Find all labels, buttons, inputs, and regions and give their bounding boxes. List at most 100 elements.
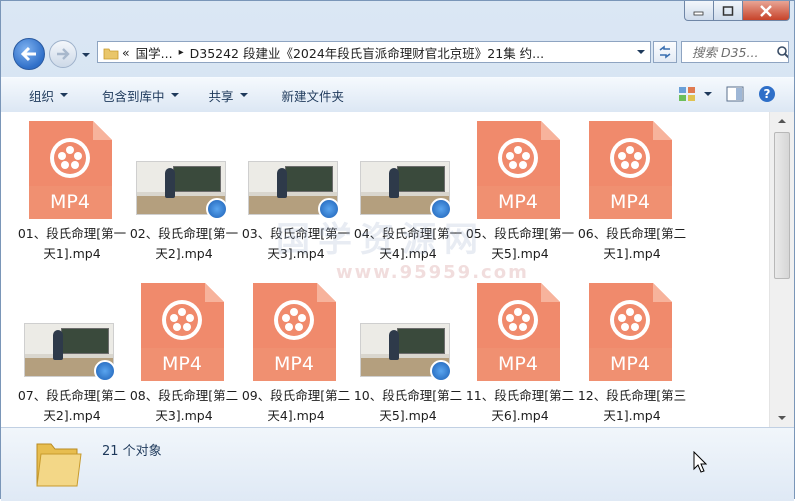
file-item[interactable]: 10、段氏命理[第二天5].mp4 [353, 282, 463, 427]
include-library-label: 包含到库中 [102, 88, 165, 104]
share-button[interactable]: 共享 [191, 78, 260, 112]
minimize-icon [693, 11, 704, 15]
file-name: 11、段氏命理[第二天6].mp4 [465, 388, 575, 423]
chevron-down-icon [60, 93, 69, 97]
file-item[interactable]: MP4 08、段氏命理[第二天3].mp4 [129, 282, 239, 427]
media-player-badge-icon [206, 198, 228, 220]
scroll-down-button[interactable] [775, 411, 789, 425]
share-label: 共享 [208, 88, 234, 104]
file-thumbnail [353, 282, 463, 384]
preview-pane-icon[interactable] [726, 86, 744, 102]
file-name: 07、段氏命理[第二天2].mp4 [17, 388, 127, 423]
new-folder-label: 新建文件夹 [281, 88, 345, 104]
file-name: 08、段氏命理[第二天3].mp4 [129, 388, 239, 423]
file-item[interactable]: MP4 01、段氏命理[第一天1].mp4 [17, 120, 127, 282]
file-thumbnail: MP4 [129, 282, 239, 384]
chevron-down-icon [778, 416, 786, 420]
file-item[interactable]: 03、段氏命理[第一天3].mp4 [241, 120, 351, 282]
maximize-icon [722, 5, 734, 16]
mouse-cursor-icon [693, 451, 707, 473]
vertical-scrollbar[interactable] [769, 112, 794, 427]
arrow-left-icon [20, 46, 36, 62]
file-item[interactable]: MP4 06、段氏命理[第二天1].mp4 [577, 120, 687, 282]
file-item[interactable]: 02、段氏命理[第一天2].mp4 [129, 120, 239, 282]
refresh-button[interactable] [653, 41, 677, 63]
file-name: 05、段氏命理[第一天5].mp4 [465, 226, 575, 261]
back-button[interactable] [13, 38, 45, 70]
file-item[interactable]: 04、段氏命理[第一天4].mp4 [353, 120, 463, 282]
item-count: 21 个对象 [102, 444, 162, 459]
file-name: 06、段氏命理[第二天1].mp4 [577, 226, 687, 261]
file-thumbnail: MP4 [465, 282, 575, 384]
refresh-icon [659, 45, 671, 59]
svg-text:?: ? [764, 87, 771, 101]
file-thumbnail [353, 120, 463, 222]
minimize-button[interactable] [684, 1, 714, 21]
breadcrumb-item[interactable]: D35242 段建业《2024年段氏盲派命理财官北京班》21集 约... [190, 43, 544, 62]
chevron-down-icon [704, 92, 712, 96]
close-icon [760, 4, 772, 17]
file-name: 12、段氏命理[第三天1].mp4 [577, 388, 687, 423]
file-item[interactable]: MP4 05、段氏命理[第一天5].mp4 [465, 120, 575, 282]
view-grid-icon [679, 87, 695, 101]
help-icon[interactable]: ? [758, 85, 776, 103]
mp4-label: MP4 [498, 353, 538, 375]
media-player-badge-icon [430, 360, 452, 382]
forward-button[interactable] [49, 40, 77, 68]
file-thumbnail: MP4 [577, 282, 687, 384]
command-bar: 组织 包含到库中 共享 新建文件夹 ? [1, 77, 794, 113]
mp4-file-icon: MP4 [29, 121, 112, 219]
file-thumbnail: MP4 [17, 120, 127, 222]
close-button[interactable] [743, 1, 790, 21]
details-pane: 21 个对象 [1, 427, 794, 501]
file-name: 02、段氏命理[第一天2].mp4 [129, 226, 239, 261]
search-icon[interactable] [776, 45, 788, 59]
address-dropdown[interactable] [632, 48, 650, 56]
include-in-library-button[interactable]: 包含到库中 [80, 78, 191, 112]
recent-pages-dropdown[interactable] [81, 48, 91, 62]
file-grid: MP4 01、段氏命理[第一天1].mp4 02、段氏命理[第一天2].mp4 03、… [17, 120, 689, 427]
mp4-label: MP4 [610, 353, 650, 375]
file-list[interactable]: MP4 01、段氏命理[第一天1].mp4 02、段氏命理[第一天2].mp4 03、… [1, 112, 770, 427]
chevron-up-icon [778, 119, 786, 123]
mp4-label: MP4 [610, 191, 650, 213]
new-folder-button[interactable]: 新建文件夹 [260, 78, 357, 112]
maximize-button[interactable] [714, 1, 743, 21]
mp4-label: MP4 [274, 353, 314, 375]
change-view-button[interactable] [678, 86, 712, 102]
mp4-file-icon: MP4 [589, 121, 672, 219]
file-item[interactable]: MP4 09、段氏命理[第二天4].mp4 [241, 282, 351, 427]
file-item[interactable]: MP4 11、段氏命理[第二天6].mp4 [465, 282, 575, 427]
address-bar[interactable]: « 国学... ▸ D35242 段建业《2024年段氏盲派命理财官北京班》21… [97, 41, 651, 63]
mp4-label: MP4 [50, 191, 90, 213]
view-controls: ? [678, 85, 776, 103]
file-name: 01、段氏命理[第一天1].mp4 [17, 226, 127, 261]
explorer-window: « 国学... ▸ D35242 段建业《2024年段氏盲派命理财官北京班》21… [0, 0, 795, 501]
search-input[interactable] [682, 43, 776, 61]
chevron-down-icon [82, 53, 90, 57]
scroll-thumb[interactable] [774, 132, 790, 279]
file-item[interactable]: MP4 12、段氏命理[第三天1].mp4 [577, 282, 687, 427]
organize-button[interactable]: 组织 [1, 78, 80, 112]
file-name: 10、段氏命理[第二天5].mp4 [353, 388, 463, 423]
mp4-file-icon: MP4 [253, 283, 336, 381]
breadcrumb-overflow[interactable]: « [122, 45, 130, 60]
mp4-label: MP4 [498, 191, 538, 213]
breadcrumb: « 国学... ▸ D35242 段建业《2024年段氏盲派命理财官北京班》21… [98, 43, 632, 62]
media-player-badge-icon [318, 198, 340, 220]
mp4-file-icon: MP4 [589, 283, 672, 381]
address-row: « 国学... ▸ D35242 段建业《2024年段氏盲派命理财官北京班》21… [1, 37, 794, 71]
breadcrumb-item[interactable]: 国学... [136, 43, 173, 62]
folder-icon [103, 48, 119, 60]
file-thumbnail [17, 282, 127, 384]
breadcrumb-separator[interactable]: ▸ [179, 47, 184, 58]
file-name: 09、段氏命理[第二天4].mp4 [241, 388, 351, 423]
file-name: 04、段氏命理[第一天4].mp4 [353, 226, 463, 261]
organize-label: 组织 [29, 88, 55, 104]
file-item[interactable]: 07、段氏命理[第二天2].mp4 [17, 282, 127, 427]
chevron-down-icon [637, 50, 645, 54]
folder-icon [36, 443, 82, 487]
caption-buttons [684, 1, 790, 21]
scroll-up-button[interactable] [775, 114, 789, 128]
file-name: 03、段氏命理[第一天3].mp4 [241, 226, 351, 261]
